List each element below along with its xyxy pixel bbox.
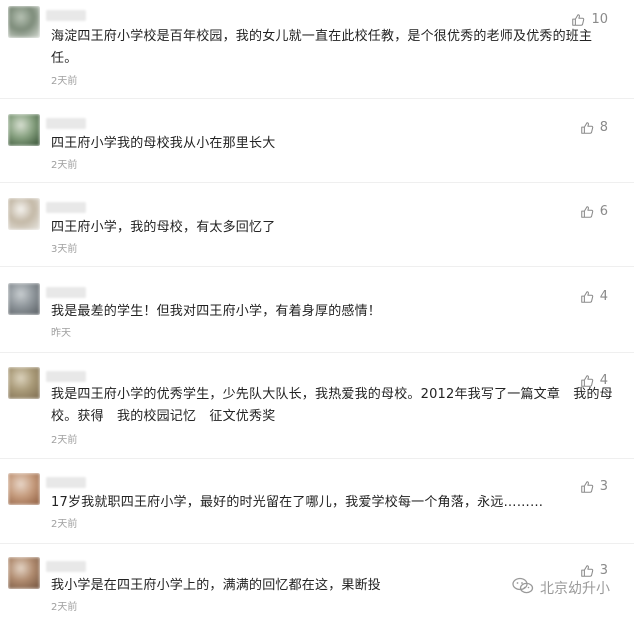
comment-time: 3天前: [51, 244, 78, 255]
comment-text: 我是四王府小学的优秀学生，少先队大队长，我热爱我的母校。2012年我写了一篇文章…: [51, 387, 613, 424]
comment-text: 我小学是在四王府小学上的，满满的回忆都在这，果断投: [51, 578, 382, 593]
username-redacted: [46, 371, 86, 382]
comment-time: 2天前: [51, 435, 78, 446]
divider: [0, 182, 634, 183]
comment-text: 四王府小学，我的母校，有太多回忆了: [51, 220, 276, 235]
avatar-image: [8, 283, 40, 315]
avatar[interactable]: [8, 6, 40, 38]
comment-item: 10 海淀四王府小学校是百年校园，我的女儿就一直在此校任教，是个很优秀的老师及优…: [0, 6, 634, 90]
avatar[interactable]: [8, 367, 40, 399]
comment-list: 10 海淀四王府小学校是百年校园，我的女儿就一直在此校任教，是个很优秀的老师及优…: [0, 0, 634, 624]
avatar-image: [8, 198, 40, 230]
like-button[interactable]: 10: [571, 12, 608, 27]
divider: [0, 352, 634, 353]
like-count: 3: [599, 563, 608, 578]
avatar[interactable]: [8, 473, 40, 505]
thumbs-up-icon: [571, 13, 585, 27]
divider: [0, 543, 634, 544]
comment-item: 4 我是最差的学生！但我对四王府小学，有着身厚的感情！ 昨天: [0, 283, 634, 343]
avatar-image: [8, 557, 40, 589]
avatar-image: [8, 114, 40, 146]
wechat-icon: [512, 577, 534, 599]
avatar[interactable]: [8, 198, 40, 230]
avatar-image: [8, 367, 40, 399]
divider: [0, 98, 634, 99]
avatar[interactable]: [8, 114, 40, 146]
avatar-image: [8, 6, 40, 38]
comment-time: 2天前: [51, 519, 78, 530]
comment-time: 2天前: [51, 76, 78, 87]
username-redacted: [46, 202, 86, 213]
comment-time: 2天前: [51, 602, 78, 613]
comment-time: 2天前: [51, 160, 78, 171]
username-redacted: [46, 561, 86, 572]
comment-item: 3 17岁我就职四王府小学，最好的时光留在了哪儿，我爱学校每一个角落，永远…………: [0, 473, 634, 533]
avatar[interactable]: [8, 557, 40, 589]
watermark: 北京幼升小: [512, 577, 610, 599]
comment-text: 海淀四王府小学校是百年校园，我的女儿就一直在此校任教，是个很优秀的老师及优秀的班…: [51, 29, 593, 66]
username-redacted: [46, 118, 86, 129]
comment-text: 17岁我就职四王府小学，最好的时光留在了哪儿，我爱学校每一个角落，永远………: [51, 495, 544, 510]
watermark-text: 北京幼升小: [540, 581, 610, 597]
like-count: 10: [591, 12, 608, 27]
avatar-image: [8, 473, 40, 505]
comment-text: 四王府小学我的母校我从小在那里长大: [51, 136, 276, 151]
username-redacted: [46, 287, 86, 298]
username-redacted: [46, 10, 86, 21]
thumbs-up-icon: [580, 564, 594, 578]
comment-item: 6 四王府小学，我的母校，有太多回忆了 3天前: [0, 198, 634, 258]
like-button[interactable]: 3: [580, 563, 608, 578]
comment-item: 8 四王府小学我的母校我从小在那里长大 2天前: [0, 114, 634, 174]
avatar[interactable]: [8, 283, 40, 315]
comment-item: 4 我是四王府小学的优秀学生，少先队大队长，我热爱我的母校。2012年我写了一篇…: [0, 367, 634, 449]
username-redacted: [46, 477, 86, 488]
divider: [0, 458, 634, 459]
comment-text: 我是最差的学生！但我对四王府小学，有着身厚的感情！: [51, 304, 382, 319]
divider: [0, 266, 634, 267]
comment-time: 昨天: [51, 328, 71, 339]
